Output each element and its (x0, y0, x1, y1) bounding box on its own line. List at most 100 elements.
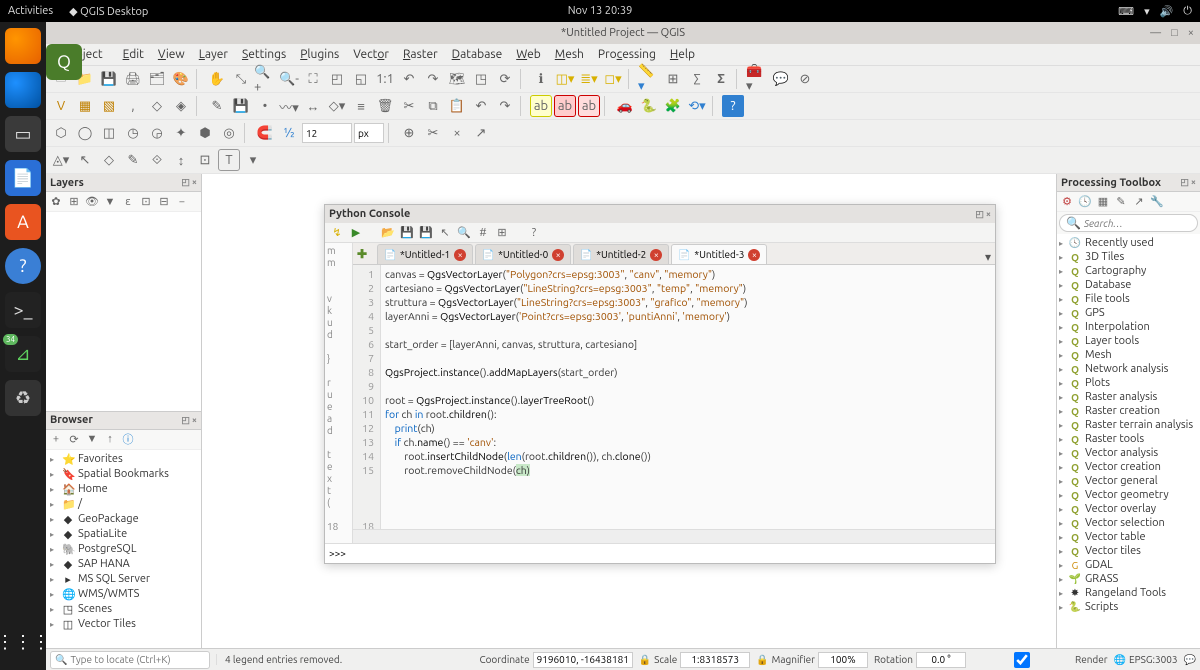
coord-input[interactable] (533, 652, 633, 668)
browser-undock-icon[interactable]: ◰ (181, 415, 190, 426)
layout-manager-icon[interactable]: 🗂 (146, 68, 168, 90)
close-button[interactable]: × (1188, 27, 1194, 39)
new-3d-view-icon[interactable]: ◳ (470, 68, 492, 90)
stats-icon[interactable]: Σ (710, 68, 732, 90)
activities-button[interactable]: Activities (8, 5, 53, 18)
annot-2-icon[interactable]: ↖ (74, 149, 96, 171)
proc-results-icon[interactable]: ▦ (1095, 194, 1111, 210)
render-checkbox[interactable] (972, 652, 1072, 668)
browser-item[interactable]: ◆SAP HANA (48, 557, 199, 572)
layers-expand-icon[interactable]: ⊡ (138, 194, 154, 210)
browser-tree[interactable]: ⭐Favorites🔖Spatial Bookmarks🏠Home📁/◆GeoP… (46, 450, 201, 649)
dock-apps[interactable]: ⋮⋮⋮ (5, 624, 41, 660)
pc-undock-icon[interactable]: ◰ (975, 209, 984, 220)
menu-mesh[interactable]: Mesh (549, 46, 590, 63)
snap-magnet-icon[interactable]: 🧲 (254, 122, 276, 144)
layers-undock-icon[interactable]: ◰ (181, 177, 190, 188)
snap-12-icon[interactable]: ½ (278, 122, 300, 144)
toolbox-item[interactable]: QVector table (1057, 530, 1200, 544)
dock-trash[interactable]: ♻ (5, 380, 41, 416)
new-layout-icon[interactable]: 🖨 (122, 68, 144, 90)
tab-close-icon[interactable]: × (552, 249, 564, 261)
annot-4-icon[interactable]: ✎ (122, 149, 144, 171)
menu-layer[interactable]: Layer (193, 46, 234, 63)
pc-run-icon[interactable]: ▶ (348, 225, 364, 241)
toolbox-item[interactable]: 🌱GRASS (1057, 572, 1200, 586)
pan-selection-icon[interactable]: ⤡ (230, 68, 252, 90)
select-value-icon[interactable]: ≣▾ (578, 68, 600, 90)
pc-tabs-dropdown-icon[interactable]: ▾ (985, 250, 991, 264)
layers-collapse-icon[interactable]: ⊟ (156, 194, 172, 210)
toolbox-item[interactable]: Q3D Tiles (1057, 250, 1200, 264)
proc-model-icon[interactable]: ⚙ (1059, 194, 1075, 210)
toolbox-item[interactable]: 🐍Scripts (1057, 600, 1200, 614)
dock-sysmon[interactable]: 34⊿ (5, 336, 41, 372)
toolbox-item[interactable]: QVector selection (1057, 516, 1200, 530)
snap-unit-input[interactable] (354, 123, 384, 143)
volume-icon[interactable]: 🔊 (1160, 5, 1174, 18)
no-action-icon[interactable]: ⊘ (794, 68, 816, 90)
minimize-button[interactable]: — (1150, 27, 1161, 39)
dock-writer[interactable]: 📄 (5, 160, 41, 196)
layers-style-icon[interactable]: ✿ (48, 194, 64, 210)
label-2-icon[interactable]: ab (554, 95, 576, 117)
layers-add-group-icon[interactable]: ⊞ (66, 194, 82, 210)
toolbox-item[interactable]: QFile tools (1057, 292, 1200, 306)
pc-tab[interactable]: 📄*Untitled-3× (671, 244, 767, 264)
add-csv-icon[interactable]: , (122, 95, 144, 117)
pc-tab[interactable]: 📄*Untitled-1× (377, 244, 473, 264)
crs-button[interactable]: 🌐EPSG:3003 (1114, 654, 1178, 666)
toolbox-item[interactable]: QRaster creation (1057, 404, 1200, 418)
browser-item[interactable]: 🌐WMS/WMTS (48, 587, 199, 602)
layers-filter-icon[interactable]: ▼ (102, 194, 118, 210)
annot-text-icon[interactable]: T (218, 149, 240, 171)
menu-settings[interactable]: Settings (236, 46, 292, 63)
zoom-last-icon[interactable]: ↶ (398, 68, 420, 90)
snap-size-input[interactable] (302, 123, 352, 143)
topo-2-icon[interactable]: ✂ (422, 122, 444, 144)
browser-item[interactable]: ▸MS SQL Server (48, 572, 199, 587)
pc-close-icon[interactable]: × (986, 209, 991, 220)
attrs-icon[interactable]: ⊞ (662, 68, 684, 90)
cut-icon[interactable]: ✂ (398, 95, 420, 117)
dock-qgis[interactable]: Q (46, 44, 82, 80)
browser-add-icon[interactable]: + (48, 431, 64, 447)
app-indicator[interactable]: ◆ QGIS Desktop (69, 5, 148, 18)
pc-code-editor[interactable]: 123456789101112131415 18 canvas = QgsVec… (353, 265, 995, 529)
dock-files[interactable]: ▭ (5, 116, 41, 152)
locator-input[interactable] (70, 654, 205, 665)
messages-icon[interactable]: 💬 (1184, 654, 1196, 666)
browser-collapse-icon[interactable]: ↑ (102, 431, 118, 447)
label-3-icon[interactable]: ab (578, 95, 600, 117)
layers-close-icon[interactable]: × (192, 177, 197, 188)
adv-2-icon[interactable]: ◯ (74, 122, 96, 144)
zoom-out-icon[interactable]: 🔍- (278, 68, 300, 90)
toolbox-item[interactable]: QVector creation (1057, 460, 1200, 474)
new-map-view-icon[interactable]: 🗺 (446, 68, 468, 90)
toolbox-item[interactable]: QRaster terrain analysis (1057, 418, 1200, 432)
add-feature-icon[interactable]: • (254, 95, 276, 117)
magnifier-input[interactable] (818, 652, 868, 668)
menu-processing[interactable]: Processing (592, 46, 662, 63)
menu-edit[interactable]: Edit (117, 46, 150, 63)
measure-icon[interactable]: 📏▾ (638, 68, 660, 90)
zoom-native-icon[interactable]: 1:1 (374, 68, 396, 90)
pan-icon[interactable]: ✋ (206, 68, 228, 90)
menu-help[interactable]: Help (664, 46, 701, 63)
topo-4-icon[interactable]: ↗ (470, 122, 492, 144)
toolbox-item[interactable]: QLayer tools (1057, 334, 1200, 348)
identify-icon[interactable]: ℹ (530, 68, 552, 90)
menu-web[interactable]: Web (510, 46, 547, 63)
menu-plugins[interactable]: Plugins (294, 46, 345, 63)
redo-icon[interactable]: ↷ (494, 95, 516, 117)
menu-vector[interactable]: Vector (347, 46, 395, 63)
toolbox-item[interactable]: QInterpolation (1057, 320, 1200, 334)
dock-software[interactable]: A (5, 204, 41, 240)
copy-icon[interactable]: ⧉ (422, 95, 444, 117)
processing-close-icon[interactable]: × (1191, 177, 1196, 188)
edit-toggle-icon[interactable]: ✎ (206, 95, 228, 117)
menu-database[interactable]: Database (446, 46, 509, 63)
browser-item[interactable]: ◳Scenes (48, 602, 199, 617)
scale-input[interactable] (680, 652, 750, 668)
tab-close-icon[interactable]: × (650, 249, 662, 261)
